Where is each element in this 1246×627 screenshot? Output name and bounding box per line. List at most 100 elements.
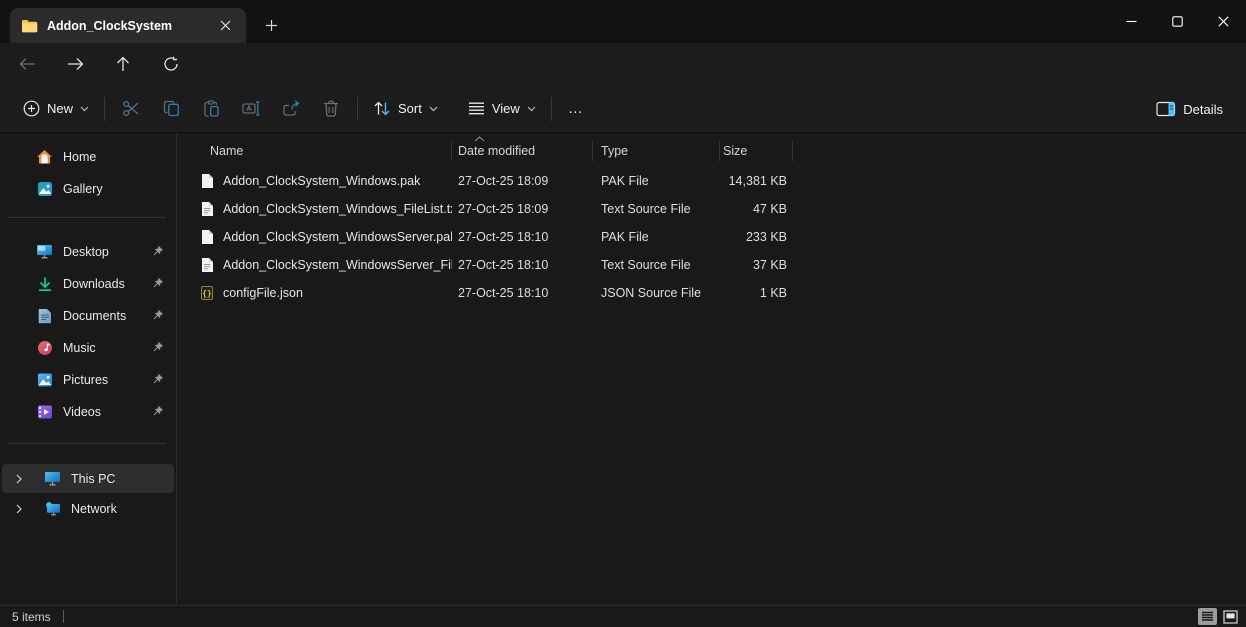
tab-title: Addon_ClockSystem bbox=[47, 19, 203, 33]
icons-view-toggle-button[interactable] bbox=[1221, 608, 1240, 625]
sidebar-item-documents[interactable]: Documents bbox=[2, 301, 174, 330]
file-row[interactable]: Addon_ClockSystem_Windows_FileList.txt 2… bbox=[178, 195, 1246, 223]
sidebar-item-label: Downloads bbox=[63, 277, 141, 291]
explorer-tab[interactable]: Addon_ClockSystem bbox=[10, 8, 246, 43]
sidebar-divider bbox=[8, 443, 166, 444]
file-name: Addon_ClockSystem_WindowsServer_Fil... bbox=[223, 258, 452, 272]
music-icon bbox=[36, 339, 53, 356]
file-size: 233 KB bbox=[720, 230, 793, 244]
column-header-type[interactable]: Type bbox=[593, 136, 720, 165]
forward-button[interactable] bbox=[58, 48, 92, 80]
home-icon bbox=[36, 148, 53, 165]
status-divider bbox=[63, 610, 64, 623]
new-button[interactable]: New bbox=[14, 94, 98, 123]
more-options-button[interactable]: … bbox=[558, 100, 594, 117]
status-bar: 5 items bbox=[0, 605, 1246, 627]
file-date-modified: 27-Oct-25 18:10 bbox=[452, 258, 593, 272]
sidebar-item-home[interactable]: Home bbox=[2, 142, 174, 171]
file-size: 1 KB bbox=[720, 286, 793, 300]
pin-icon bbox=[151, 277, 164, 290]
details-pane-label: Details bbox=[1183, 102, 1223, 117]
view-icon bbox=[468, 101, 485, 116]
sidebar-item-label: Gallery bbox=[63, 182, 174, 196]
titlebar: Addon_ClockSystem bbox=[0, 0, 1246, 43]
file-type: JSON Source File bbox=[593, 286, 720, 300]
sidebar-item-label: Desktop bbox=[63, 245, 141, 259]
file-name: configFile.json bbox=[223, 286, 303, 300]
minimize-button[interactable] bbox=[1108, 0, 1154, 43]
file-row[interactable]: Addon_ClockSystem_WindowsServer.pak 27-O… bbox=[178, 223, 1246, 251]
sidebar-item-network[interactable]: Network bbox=[2, 494, 174, 523]
sidebar-item-pictures[interactable]: Pictures bbox=[2, 365, 174, 394]
file-size: 37 KB bbox=[720, 258, 793, 272]
cut-button[interactable] bbox=[111, 91, 151, 127]
paste-button[interactable] bbox=[191, 91, 231, 127]
chevron-down-icon bbox=[527, 106, 536, 112]
pin-icon bbox=[151, 245, 164, 258]
details-pane-button[interactable]: Details bbox=[1147, 95, 1232, 123]
documents-icon bbox=[36, 307, 53, 324]
file-name: Addon_ClockSystem_WindowsServer.pak bbox=[223, 230, 452, 244]
file-date-modified: 27-Oct-25 18:10 bbox=[452, 230, 593, 244]
new-plus-icon bbox=[23, 100, 40, 117]
sidebar-item-this-pc[interactable]: This PC bbox=[2, 464, 174, 493]
sort-button[interactable]: Sort bbox=[364, 94, 447, 123]
downloads-icon bbox=[36, 275, 53, 292]
column-header-row: Name Date modified Type Size bbox=[178, 136, 1246, 165]
file-type: Text Source File bbox=[593, 202, 720, 216]
pin-icon bbox=[151, 309, 164, 322]
expand-chevron-icon[interactable] bbox=[10, 474, 28, 484]
details-pane-icon bbox=[1156, 101, 1176, 117]
close-button[interactable] bbox=[1200, 0, 1246, 43]
chevron-down-icon bbox=[80, 106, 89, 112]
up-button[interactable] bbox=[106, 48, 140, 80]
column-separator[interactable] bbox=[792, 141, 793, 161]
toolbar-divider bbox=[551, 97, 552, 121]
back-button[interactable] bbox=[10, 48, 44, 80]
sidebar-item-downloads[interactable]: Downloads bbox=[2, 269, 174, 298]
sidebar-item-videos[interactable]: Videos bbox=[2, 397, 174, 426]
new-tab-button[interactable] bbox=[256, 10, 286, 40]
expand-chevron-icon[interactable] bbox=[10, 504, 28, 514]
file-row[interactable]: Addon_ClockSystem_Windows.pak 27-Oct-25 … bbox=[178, 167, 1246, 195]
pin-icon bbox=[151, 373, 164, 386]
column-header-name[interactable]: Name bbox=[196, 136, 452, 165]
rename-button[interactable] bbox=[231, 91, 271, 127]
file-row[interactable]: Addon_ClockSystem_WindowsServer_Fil... 2… bbox=[178, 251, 1246, 279]
refresh-button[interactable] bbox=[154, 48, 188, 80]
tab-close-button[interactable] bbox=[212, 13, 238, 39]
file-row[interactable]: {} configFile.json 27-Oct-25 18:10 JSON … bbox=[178, 279, 1246, 307]
window-controls bbox=[1108, 0, 1246, 43]
file-explorer-window: Addon_ClockSystem bbox=[0, 0, 1246, 627]
sidebar-item-label: Network bbox=[71, 502, 174, 516]
command-toolbar: New Sort bbox=[0, 85, 1246, 133]
delete-button[interactable] bbox=[311, 91, 351, 127]
column-header-date-modified[interactable]: Date modified bbox=[452, 136, 593, 165]
sidebar-item-label: Videos bbox=[63, 405, 141, 419]
pin-icon bbox=[151, 405, 164, 418]
share-button[interactable] bbox=[271, 91, 311, 127]
this-pc-monitor-icon bbox=[44, 470, 61, 487]
copy-button[interactable] bbox=[151, 91, 191, 127]
sidebar-item-label: This PC bbox=[71, 472, 174, 486]
sidebar-item-label: Home bbox=[63, 150, 174, 164]
file-date-modified: 27-Oct-25 18:09 bbox=[452, 202, 593, 216]
file-type: PAK File bbox=[593, 174, 720, 188]
pak-file-icon bbox=[199, 229, 215, 245]
network-icon bbox=[44, 500, 61, 517]
view-button[interactable]: View bbox=[459, 95, 545, 122]
details-view-toggle-button[interactable] bbox=[1198, 608, 1217, 625]
file-size: 47 KB bbox=[720, 202, 793, 216]
sidebar-item-music[interactable]: Music bbox=[2, 333, 174, 362]
items-count: 5 items bbox=[12, 610, 51, 624]
navigation-bar: … Hypersonic CreatorKit CreatorKit Pak A… bbox=[0, 43, 1246, 85]
sidebar-item-desktop[interactable]: Desktop bbox=[2, 237, 174, 266]
sidebar-item-label: Documents bbox=[63, 309, 141, 323]
file-date-modified: 27-Oct-25 18:09 bbox=[452, 174, 593, 188]
desktop-icon bbox=[36, 243, 53, 260]
text-file-icon bbox=[199, 257, 215, 273]
sidebar-item-gallery[interactable]: Gallery bbox=[2, 174, 174, 203]
column-header-size[interactable]: Size bbox=[720, 136, 793, 165]
toolbar-divider bbox=[357, 97, 358, 121]
maximize-button[interactable] bbox=[1154, 0, 1200, 43]
